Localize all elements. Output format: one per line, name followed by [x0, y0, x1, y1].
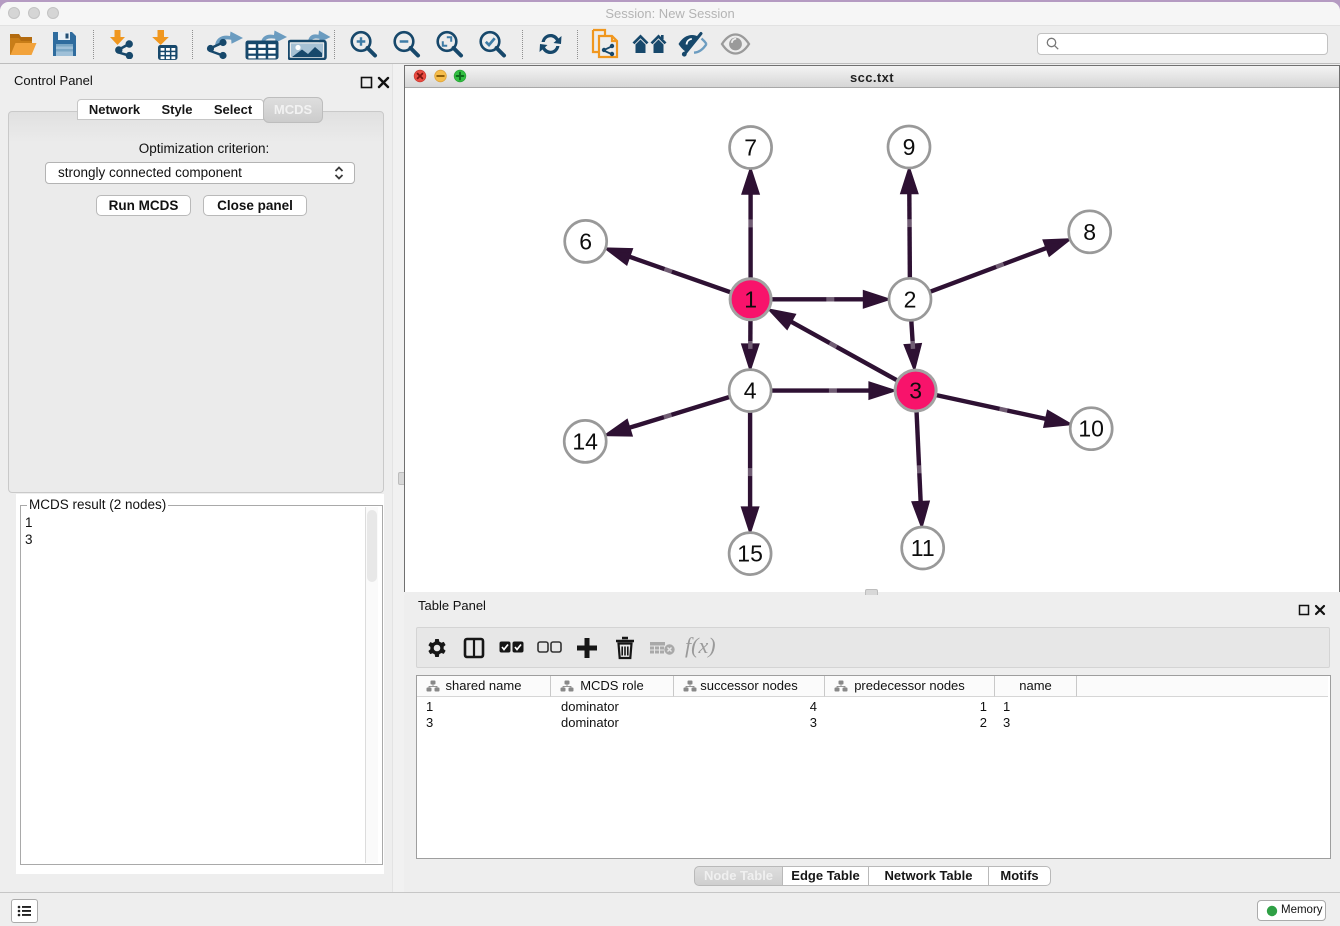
svg-text:4: 4 — [744, 378, 757, 404]
svg-text:10: 10 — [1078, 416, 1104, 442]
svg-text:2: 2 — [904, 286, 917, 312]
svg-text:14: 14 — [572, 428, 598, 454]
svg-text:3: 3 — [909, 378, 922, 404]
svg-text:11: 11 — [911, 535, 935, 561]
svg-text:1: 1 — [744, 286, 757, 312]
svg-text:8: 8 — [1083, 219, 1096, 245]
svg-text:9: 9 — [903, 134, 916, 160]
svg-text:7: 7 — [744, 135, 757, 161]
svg-text:6: 6 — [579, 228, 592, 254]
svg-text:15: 15 — [737, 541, 763, 567]
